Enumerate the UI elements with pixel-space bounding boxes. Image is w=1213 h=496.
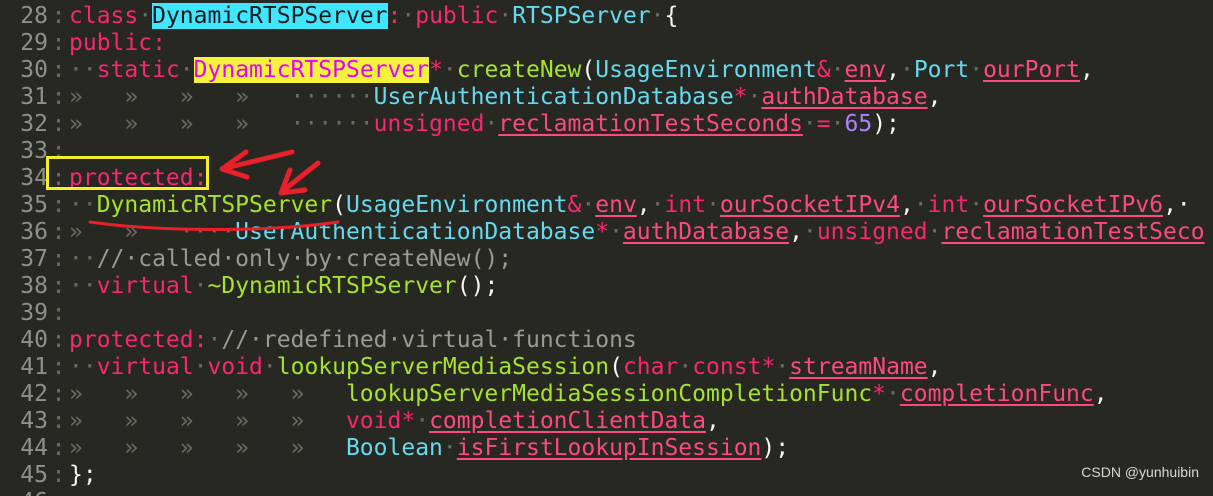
watermark: CSDN @yunhuibin: [1081, 464, 1199, 480]
annotation-layer: [88, 149, 340, 231]
constructor-underline: [88, 220, 340, 231]
code-editor[interactable]: 28: class·DynamicRTSPServer:·public·RTSPS…: [0, 0, 1213, 496]
